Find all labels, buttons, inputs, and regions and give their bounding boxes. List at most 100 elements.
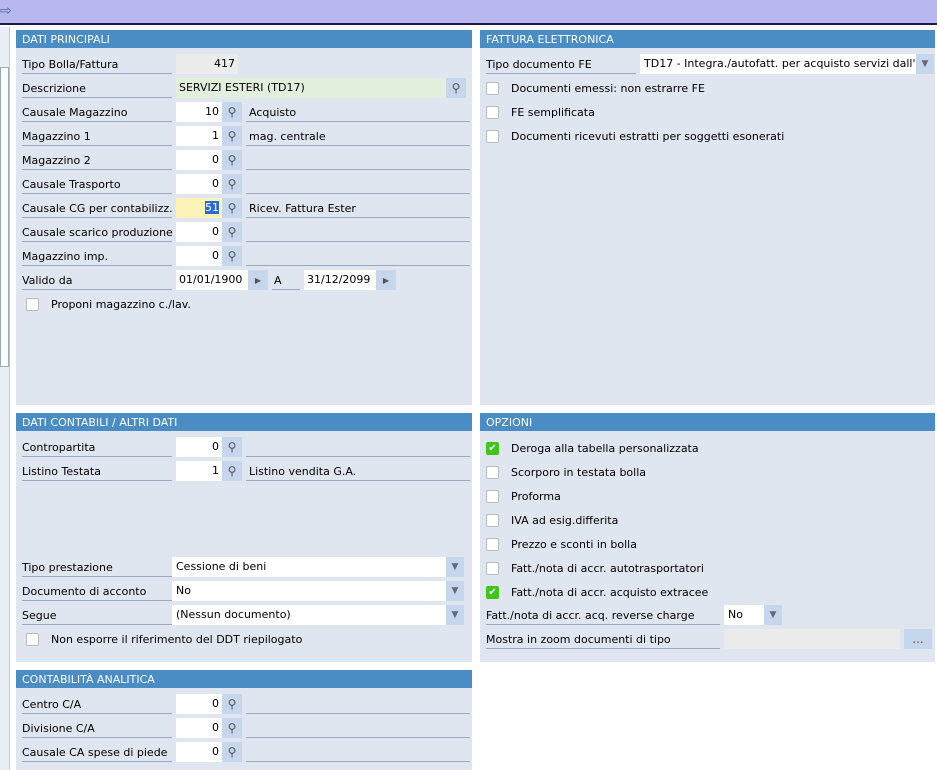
code-input[interactable]: 0 (176, 174, 222, 194)
search-icon[interactable]: ⚲ (222, 246, 242, 266)
checkbox-row[interactable]: ✔ Deroga alla tabella personalizzata (486, 442, 699, 455)
ellipsis-button[interactable]: ... (904, 629, 932, 649)
search-icon[interactable]: ⚲ (446, 78, 466, 98)
checkbox-label: Fatt./nota di accr. acquisto extracee (511, 586, 709, 599)
checkbox[interactable] (486, 514, 499, 527)
checkbox-label: Proforma (511, 490, 561, 503)
checkbox-row[interactable]: Scorporo in testata bolla (486, 466, 646, 479)
field-row: Causale CG per contabilizz. 51 ⚲ Ricev. … (22, 198, 470, 218)
checkbox[interactable] (486, 562, 499, 575)
checkbox-checked[interactable]: ✔ (486, 586, 499, 599)
field-row: Causale CA spese di piede 0 ⚲ (22, 742, 470, 762)
checkbox[interactable] (486, 490, 499, 503)
chevron-down-icon[interactable]: ▼ (446, 581, 464, 601)
checkbox-row[interactable]: Prezzo e sconti in bolla (486, 538, 637, 551)
arrow-right-icon[interactable]: ▶ (376, 270, 396, 290)
chevron-down-icon[interactable]: ▼ (446, 557, 464, 577)
search-icon[interactable]: ⚲ (222, 222, 242, 242)
search-icon[interactable]: ⚲ (222, 694, 242, 714)
tipo-bolla-value: 417 (176, 54, 238, 74)
code-input[interactable]: 0 (176, 694, 222, 714)
field-label: Causale Trasporto (22, 174, 172, 194)
checkbox-row[interactable]: Documenti emessi: non estrarre FE (486, 82, 705, 95)
field-row: Centro C/A 0 ⚲ (22, 694, 470, 714)
code-value: 10 (205, 105, 219, 118)
field-label: Valido da (22, 270, 172, 290)
proponi-checkbox[interactable]: Proponi magazzino c./lav. (26, 298, 191, 311)
reverse-charge-select[interactable]: No (724, 605, 764, 625)
arrow-right-icon[interactable]: ▶ (248, 270, 268, 290)
checkbox-label: Deroga alla tabella personalizzata (511, 442, 699, 455)
checkbox[interactable] (486, 106, 499, 119)
search-icon[interactable]: ⚲ (222, 437, 242, 457)
left-sidebar-edge (0, 27, 10, 770)
exit-icon[interactable]: ⇨ (0, 3, 14, 19)
checkbox-label: Non esporre il riferimento del DDT riepi… (51, 633, 303, 646)
field-label: Centro C/A (22, 694, 172, 714)
field-label: Divisione C/A (22, 718, 172, 738)
valido-a-input[interactable]: 31/12/2099 (304, 270, 376, 290)
row-tipo-documento-fe: Tipo documento FE TD17 - Integra./autofa… (486, 54, 934, 74)
code-input[interactable]: 0 (176, 742, 222, 762)
code-input[interactable]: 0 (176, 437, 222, 457)
code-input[interactable]: 0 (176, 150, 222, 170)
code-input[interactable]: 1 (176, 126, 222, 146)
checkbox-row[interactable]: IVA ad esig.differita (486, 514, 618, 527)
chevron-down-icon[interactable]: ▼ (764, 605, 782, 625)
field-row: Contropartita 0 ⚲ (22, 437, 470, 457)
panel-title: CONTABILITÀ ANALITICA (16, 670, 472, 688)
checkbox[interactable] (26, 298, 39, 311)
search-icon[interactable]: ⚲ (222, 150, 242, 170)
checkbox-checked[interactable]: ✔ (486, 442, 499, 455)
checkbox-row[interactable]: Proforma (486, 490, 561, 503)
checkbox[interactable] (486, 130, 499, 143)
code-input[interactable]: 10 (176, 102, 222, 122)
checkbox-row[interactable]: Documenti ricevuti estratti per soggetti… (486, 130, 784, 143)
search-icon[interactable]: ⚲ (222, 718, 242, 738)
code-value: 0 (212, 697, 219, 710)
row-reverse-charge: Fatt./nota di accr. acq. reverse charge … (486, 605, 782, 625)
code-input[interactable]: 1 (176, 461, 222, 481)
description-text (246, 742, 470, 762)
checkbox-row[interactable]: FE semplificata (486, 106, 595, 119)
search-icon[interactable]: ⚲ (222, 102, 242, 122)
checkbox-row[interactable]: Fatt./nota di accr. autotrasportatori (486, 562, 704, 575)
mostra-zoom-input[interactable] (724, 629, 900, 649)
code-input[interactable]: 51 (176, 198, 222, 218)
description-text (246, 437, 470, 457)
dropdown-row: Documento di acconto No ▼ (22, 581, 464, 601)
panel-dati-contabili: DATI CONTABILI / ALTRI DATI Contropartit… (16, 413, 472, 662)
row-valido-da: Valido da 01/01/1900 ▶ A 31/12/2099 ▶ (22, 270, 396, 290)
checkbox[interactable] (26, 633, 39, 646)
panel-fattura-elettronica: FATTURA ELETTRONICA Tipo documento FE TD… (480, 30, 935, 405)
code-input[interactable]: 0 (176, 718, 222, 738)
checkbox[interactable] (486, 538, 499, 551)
code-input[interactable]: 0 (176, 246, 222, 266)
description-text: Acquisto (246, 102, 470, 122)
field-label: Magazzino imp. (22, 246, 172, 266)
search-icon[interactable]: ⚲ (222, 174, 242, 194)
non-esporre-checkbox[interactable]: Non esporre il riferimento del DDT riepi… (26, 633, 302, 646)
tipo-documento-fe-select[interactable]: TD17 - Integra./autofatt. per acquisto s… (640, 54, 916, 74)
code-value: 1 (212, 129, 219, 142)
dropdown-select[interactable]: (Nessun documento) (172, 605, 446, 625)
checkbox-row[interactable]: ✔ Fatt./nota di accr. acquisto extracee (486, 586, 708, 599)
search-icon[interactable]: ⚲ (222, 461, 242, 481)
description-text (246, 222, 470, 242)
dropdown-select[interactable]: No (172, 581, 446, 601)
checkbox-label: FE semplificata (511, 106, 595, 119)
valido-da-input[interactable]: 01/01/1900 (176, 270, 248, 290)
dropdown-select[interactable]: Cessione di beni (172, 557, 446, 577)
descrizione-input[interactable]: SERVIZI ESTERI (TD17) (176, 78, 446, 98)
search-icon[interactable]: ⚲ (222, 198, 242, 218)
code-input[interactable]: 0 (176, 222, 222, 242)
chevron-down-icon[interactable]: ▼ (916, 54, 934, 74)
search-icon[interactable]: ⚲ (222, 742, 242, 762)
checkbox[interactable] (486, 466, 499, 479)
checkbox[interactable] (486, 82, 499, 95)
field-label: Causale CA spese di piede (22, 742, 172, 762)
field-label: Magazzino 1 (22, 126, 172, 146)
chevron-down-icon[interactable]: ▼ (446, 605, 464, 625)
field-label: Fatt./nota di accr. acq. reverse charge (486, 605, 720, 625)
search-icon[interactable]: ⚲ (222, 126, 242, 146)
